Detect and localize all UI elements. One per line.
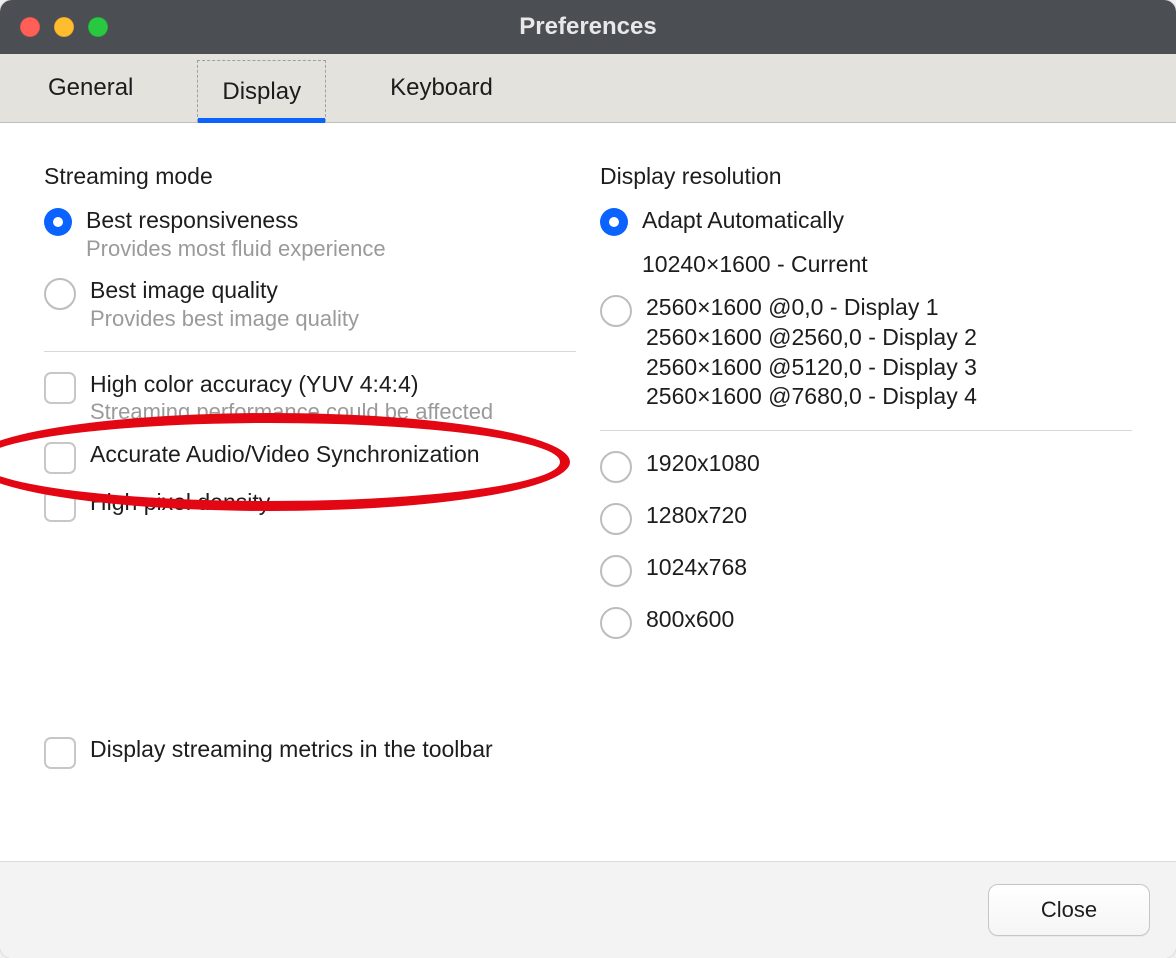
display-resolution-section: Display resolution Adapt Automatically 1… <box>600 163 1132 903</box>
divider <box>600 430 1132 431</box>
tab-label: Keyboard <box>390 74 493 102</box>
option-label: Accurate Audio/Video Synchronization <box>90 440 480 469</box>
checkbox-icon <box>44 490 76 522</box>
option-label: Display streaming metrics in the toolbar <box>90 735 493 764</box>
option-high-color-accuracy[interactable]: High color accuracy (YUV 4:4:4) Streamin… <box>44 370 576 426</box>
option-res-1920x1080[interactable]: 1920x1080 <box>600 449 1132 483</box>
minimize-window-button[interactable] <box>54 17 74 37</box>
option-label: 1920x1080 <box>646 449 760 478</box>
option-subtext: Streaming performance could be affected <box>90 398 493 426</box>
option-label: 800x600 <box>646 605 734 634</box>
option-label: Best image quality <box>90 276 359 305</box>
titlebar: Preferences <box>0 0 1176 54</box>
radio-icon <box>600 295 632 327</box>
option-high-pixel-density[interactable]: High pixel density <box>44 488 576 522</box>
current-resolution-label: 10240×1600 - Current <box>642 250 868 279</box>
zoom-window-button[interactable] <box>88 17 108 37</box>
option-best-quality[interactable]: Best image quality Provides best image q… <box>44 276 576 332</box>
display-line: 2560×1600 @7680,0 - Display 4 <box>646 382 977 412</box>
display-resolution-title: Display resolution <box>600 163 1132 190</box>
streaming-mode-title: Streaming mode <box>44 163 576 190</box>
close-button[interactable]: Close <box>988 884 1150 936</box>
content-area: Streaming mode Best responsiveness Provi… <box>0 123 1176 903</box>
current-resolution-info: 10240×1600 - Current <box>600 250 1132 279</box>
radio-icon <box>600 555 632 587</box>
checkbox-icon <box>44 442 76 474</box>
option-res-1024x768[interactable]: 1024x768 <box>600 553 1132 587</box>
display-line: 2560×1600 @5120,0 - Display 3 <box>646 353 977 383</box>
display-line: 2560×1600 @0,0 - Display 1 <box>646 293 977 323</box>
radio-icon <box>44 208 72 236</box>
checkbox-icon <box>44 372 76 404</box>
display-line: 2560×1600 @2560,0 - Display 2 <box>646 323 977 353</box>
close-window-button[interactable] <box>20 17 40 37</box>
option-adapt-automatically[interactable]: Adapt Automatically <box>600 206 1132 236</box>
option-label: 1024x768 <box>646 553 747 582</box>
tabs: General Display Keyboard <box>0 54 1176 123</box>
tab-general[interactable]: General <box>24 54 157 122</box>
radio-icon <box>600 208 628 236</box>
option-label: High color accuracy (YUV 4:4:4) <box>90 370 493 399</box>
option-display-metrics[interactable]: Display streaming metrics in the toolbar <box>44 735 493 769</box>
option-multi-display[interactable]: 2560×1600 @0,0 - Display 1 2560×1600 @25… <box>600 293 1132 413</box>
option-res-800x600[interactable]: 800x600 <box>600 605 1132 639</box>
tab-label: General <box>48 74 133 102</box>
divider <box>44 351 576 352</box>
radio-icon <box>600 451 632 483</box>
option-res-1280x720[interactable]: 1280x720 <box>600 501 1132 535</box>
option-subtext: Provides best image quality <box>90 305 359 333</box>
footer: Close <box>0 861 1176 958</box>
radio-icon <box>600 607 632 639</box>
option-label: Best responsiveness <box>86 206 386 235</box>
button-label: Close <box>1041 897 1097 923</box>
option-label: High pixel density <box>90 488 270 517</box>
checkbox-icon <box>44 737 76 769</box>
streaming-mode-section: Streaming mode Best responsiveness Provi… <box>44 163 576 903</box>
radio-icon <box>600 503 632 535</box>
tab-label: Display <box>222 78 301 106</box>
option-label: 1280x720 <box>646 501 747 530</box>
radio-icon <box>44 278 76 310</box>
tab-keyboard[interactable]: Keyboard <box>366 54 517 122</box>
option-best-responsiveness[interactable]: Best responsiveness Provides most fluid … <box>44 206 576 262</box>
option-subtext: Provides most fluid experience <box>86 235 386 263</box>
tab-display[interactable]: Display <box>197 60 326 122</box>
option-av-sync[interactable]: Accurate Audio/Video Synchronization <box>44 440 576 474</box>
option-label: Adapt Automatically <box>642 206 844 235</box>
preferences-window: Preferences General Display Keyboard Str… <box>0 0 1176 958</box>
window-controls <box>20 17 108 37</box>
window-title: Preferences <box>0 13 1176 41</box>
